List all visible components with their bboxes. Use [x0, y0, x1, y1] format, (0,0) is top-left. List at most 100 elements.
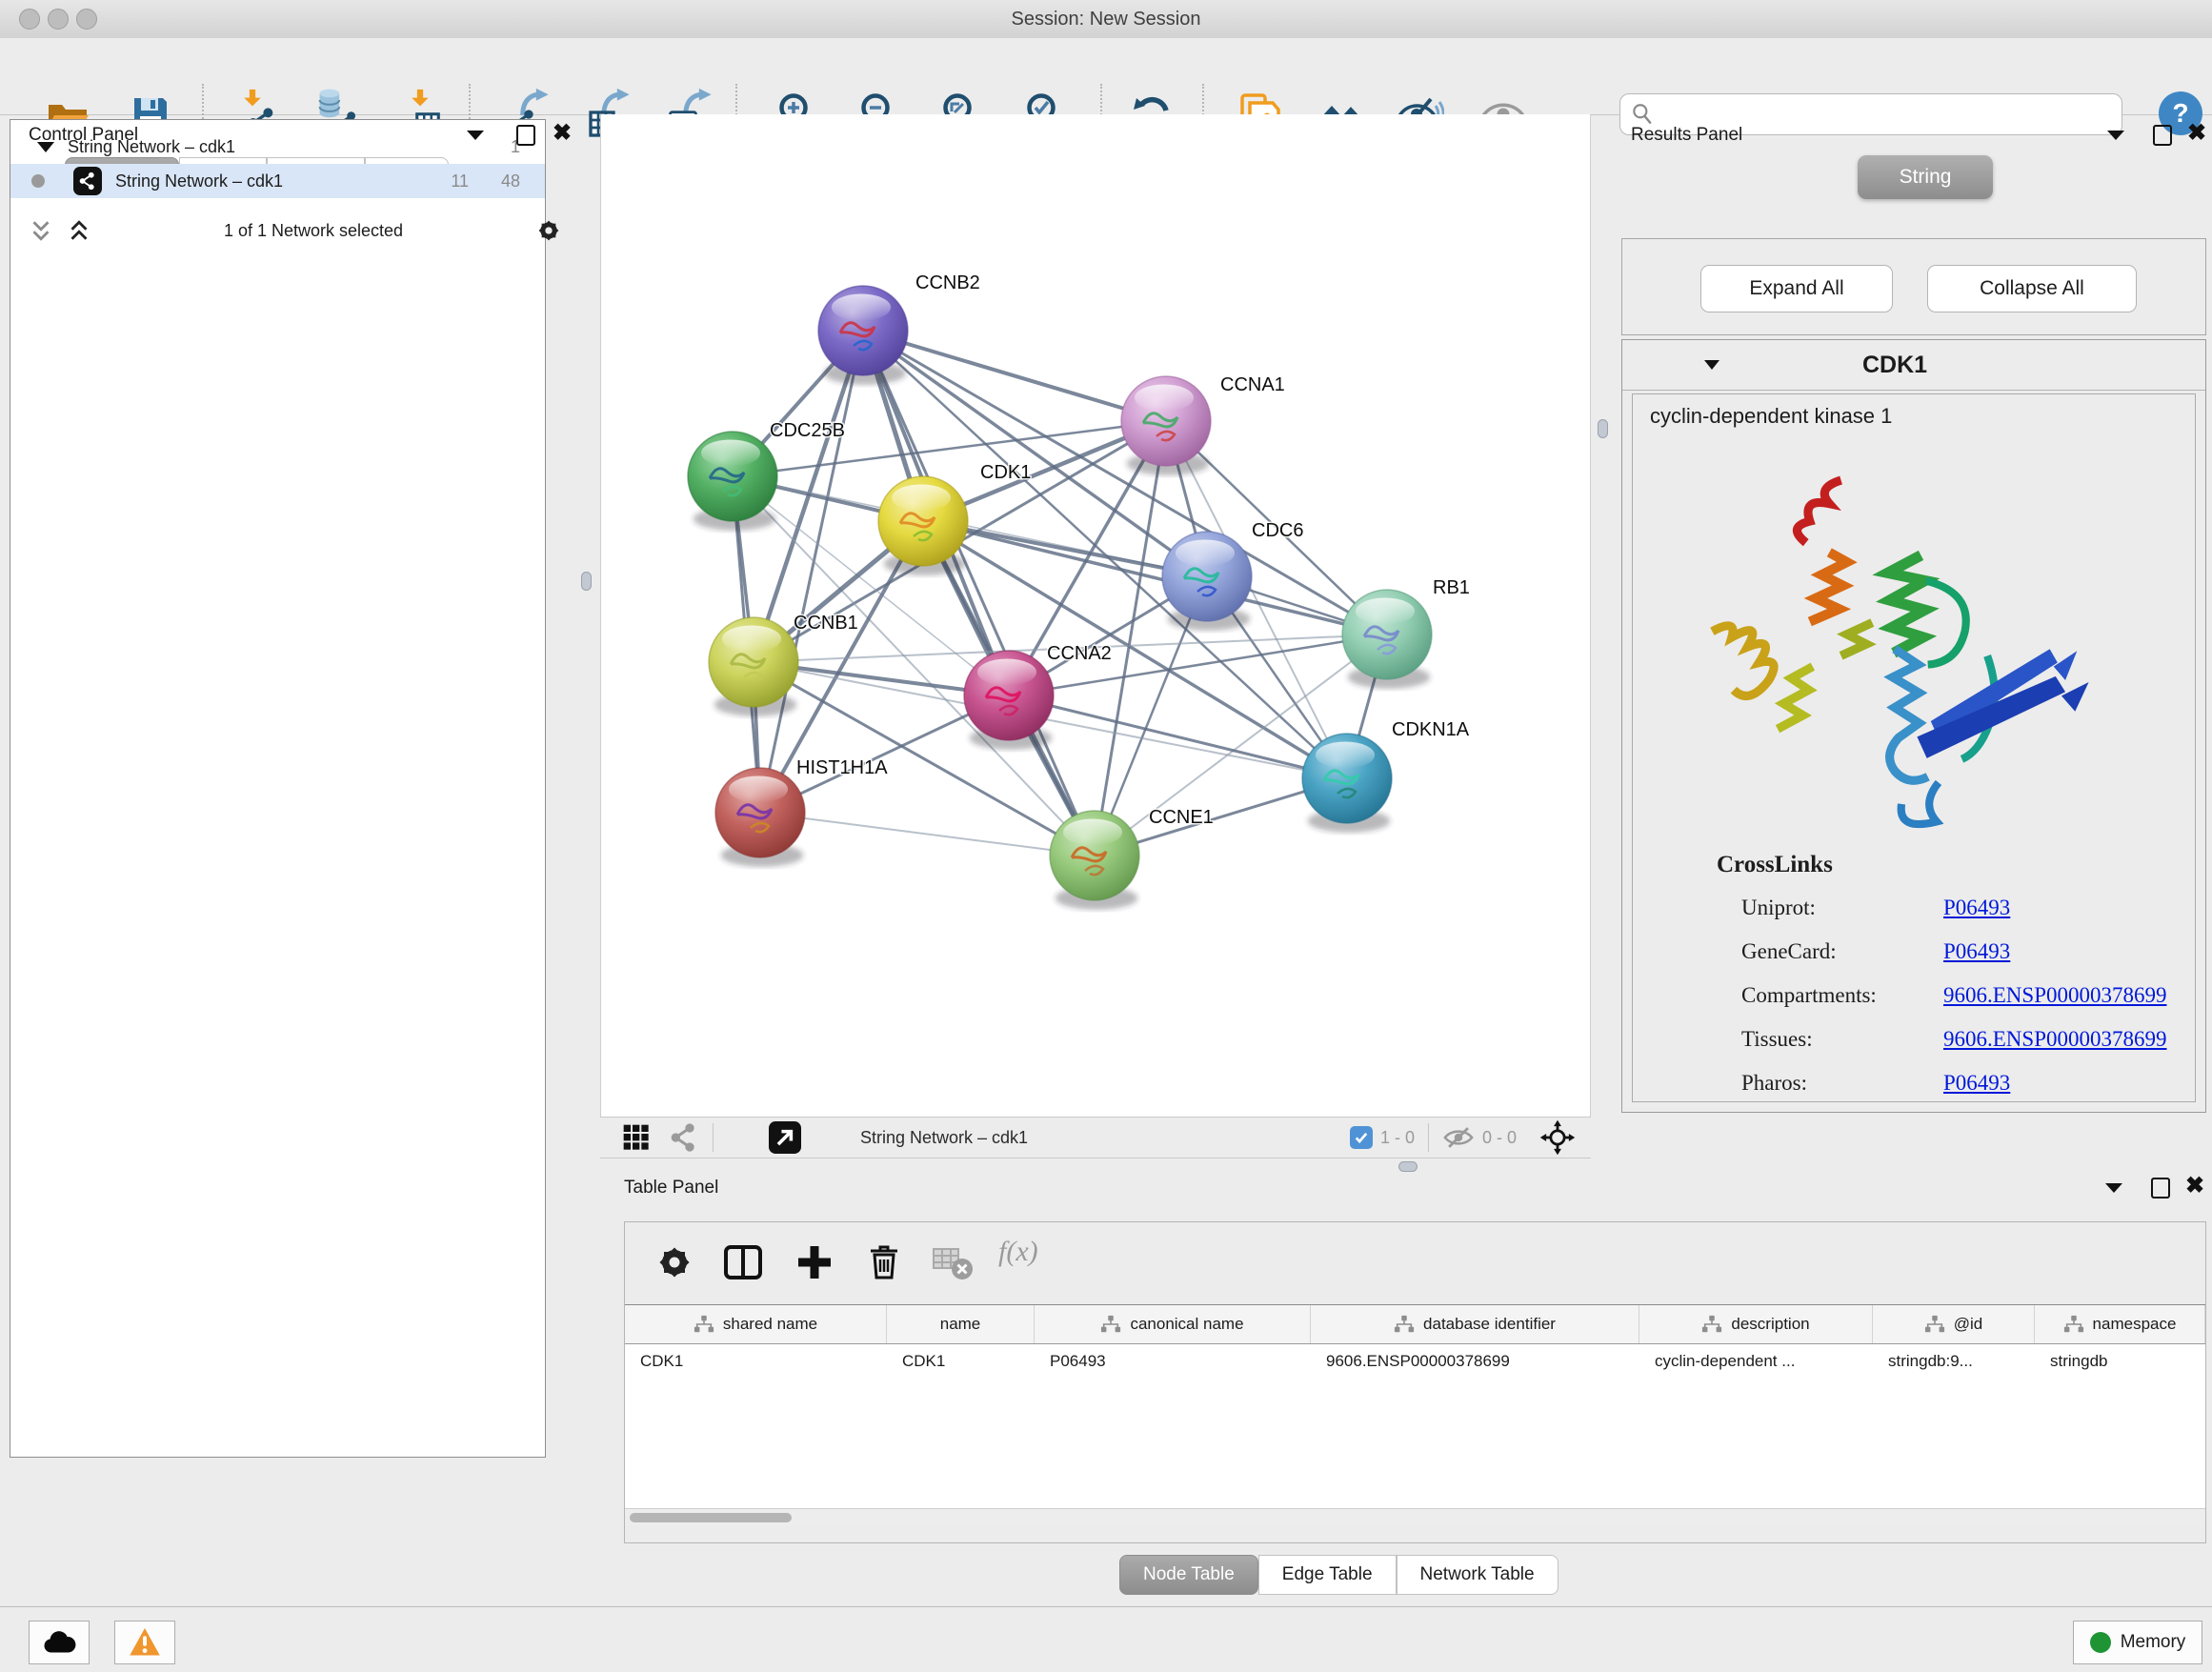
scrollbar-thumb[interactable]: [630, 1513, 792, 1522]
network-node-ccna1[interactable]: CCNA1: [1121, 374, 1285, 475]
horizontal-splitter-grip[interactable]: [1398, 1161, 1418, 1172]
expand-all-button[interactable]: Expand All: [1700, 265, 1893, 312]
hierarchy-icon: [1701, 1314, 1722, 1335]
node-label: CCNA1: [1220, 374, 1285, 395]
tab-network-table[interactable]: Network Table: [1397, 1555, 1558, 1595]
node-label: CCNE1: [1149, 807, 1214, 828]
panel-menu-icon[interactable]: [2105, 1183, 2130, 1204]
crosslink-link[interactable]: 9606.ENSP00000378699: [1943, 1027, 2167, 1052]
protein-details: cyclin-dependent kinase 1 CrossLinks Uni…: [1632, 393, 2196, 1102]
close-panel-icon[interactable]: ✖: [2185, 1178, 2210, 1199]
column-header-@id[interactable]: @id: [1873, 1305, 2035, 1343]
table-cell[interactable]: P06493: [1035, 1344, 1311, 1379]
close-panel-icon[interactable]: ✖: [2187, 125, 2212, 146]
table-cell[interactable]: stringdb: [2035, 1344, 2205, 1379]
network-options-gear-icon[interactable]: [533, 215, 564, 246]
crosslink-row: Uniprot:P06493: [1741, 886, 2195, 930]
crosshair-icon[interactable]: [1539, 1119, 1576, 1156]
collapse-all-button[interactable]: Collapse All: [1927, 265, 2137, 312]
tab-edge-table[interactable]: Edge Table: [1258, 1555, 1397, 1595]
cloud-button[interactable]: [29, 1621, 90, 1664]
node-label: RB1: [1433, 577, 1470, 598]
add-column-icon[interactable]: [792, 1239, 837, 1285]
network-node-hist1h1a[interactable]: HIST1H1A: [715, 757, 888, 867]
crosslink-link[interactable]: P06493: [1943, 1071, 2010, 1096]
column-header-shared-name[interactable]: shared name: [625, 1305, 887, 1343]
show-columns-icon[interactable]: [720, 1239, 766, 1285]
left-splitter-grip[interactable]: [581, 572, 592, 591]
crosslink-link[interactable]: 9606.ENSP00000378699: [1943, 983, 2167, 1008]
close-panel-icon[interactable]: ✖: [553, 125, 577, 146]
network-node-ccnb1[interactable]: CCNB1: [709, 613, 858, 716]
table-cell[interactable]: CDK1: [887, 1344, 1035, 1379]
table-cell[interactable]: 9606.ENSP00000378699: [1311, 1344, 1639, 1379]
node-label: CCNA2: [1047, 643, 1112, 664]
table-row[interactable]: CDK1CDK1P064939606.ENSP00000378699cyclin…: [625, 1344, 2205, 1379]
crosslink-row: Pharos:P06493: [1741, 1061, 2195, 1102]
birdseye-grid-icon[interactable]: [621, 1122, 652, 1153]
crosslink-row: Tissues:9606.ENSP00000378699: [1741, 1017, 2195, 1061]
protein-description: cyclin-dependent kinase 1: [1650, 404, 2195, 429]
network-node-ccne1[interactable]: CCNE1: [1050, 807, 1214, 910]
detach-view-icon[interactable]: [769, 1121, 801, 1154]
crosslink-label: Pharos:: [1741, 1071, 1943, 1096]
network-edge[interactable]: [760, 331, 863, 813]
float-panel-icon[interactable]: [2151, 1178, 2176, 1199]
statusbar-separator: [713, 1123, 714, 1152]
network-share-icon[interactable]: [669, 1122, 699, 1153]
memory-button[interactable]: Memory: [2073, 1621, 2202, 1664]
cloud-icon: [42, 1625, 76, 1660]
network-node-ccna2[interactable]: CCNA2: [964, 643, 1112, 750]
network-canvas[interactable]: CCNB2CCNA1CDC25BCDK1CDC6RB1CCNB1CCNA2CDK…: [600, 114, 1591, 1117]
panel-menu-icon[interactable]: [2107, 131, 2132, 151]
hierarchy-icon: [1924, 1314, 1945, 1335]
column-label: canonical name: [1130, 1315, 1243, 1334]
delete-table-icon: [930, 1239, 975, 1285]
table-horizontal-scrollbar[interactable]: [625, 1508, 2205, 1526]
network-row[interactable]: String Network – cdk1 11 48: [10, 164, 545, 198]
tab-string[interactable]: String: [1858, 155, 1993, 199]
crosslink-link[interactable]: P06493: [1943, 896, 2010, 920]
float-panel-icon[interactable]: [2153, 125, 2178, 146]
network-edge[interactable]: [1009, 695, 1347, 778]
column-label: description: [1731, 1315, 1809, 1334]
protein-header[interactable]: CDK1: [1622, 340, 2205, 391]
column-label: @id: [1954, 1315, 1983, 1334]
table-cell[interactable]: cyclin-dependent ...: [1639, 1344, 1873, 1379]
column-header-database-identifier[interactable]: database identifier: [1311, 1305, 1639, 1343]
zoom-traffic-light[interactable]: [76, 9, 97, 30]
column-header-name[interactable]: name: [887, 1305, 1035, 1343]
table-options-gear-icon[interactable]: [652, 1239, 697, 1285]
table-cell[interactable]: CDK1: [625, 1344, 887, 1379]
collection-expand-icon[interactable]: [37, 142, 54, 152]
network-edge[interactable]: [863, 331, 1166, 421]
network-edge[interactable]: [760, 813, 1095, 856]
memory-label: Memory: [2121, 1632, 2186, 1653]
network-node-ccnb2[interactable]: CCNB2: [818, 272, 980, 385]
table-panel-title: Table Panel: [624, 1178, 718, 1199]
network-node-cdkn1a[interactable]: CDKN1A: [1302, 719, 1470, 833]
selected-checkbox-icon[interactable]: [1350, 1126, 1373, 1149]
column-header-canonical-name[interactable]: canonical name: [1035, 1305, 1311, 1343]
table-tabs: Node TableEdge TableNetwork Table: [1119, 1555, 1558, 1595]
network-node-rb1[interactable]: RB1: [1342, 577, 1470, 689]
expand-all-networks-icon[interactable]: [65, 216, 93, 245]
network-node-cdk1[interactable]: CDK1: [878, 462, 1031, 575]
delete-column-icon[interactable]: [861, 1239, 907, 1285]
selected-counts: 1 - 0: [1380, 1128, 1415, 1148]
tab-node-table[interactable]: Node Table: [1119, 1555, 1258, 1595]
node-label: HIST1H1A: [796, 757, 888, 778]
collapse-all-networks-icon[interactable]: [27, 216, 55, 245]
network-graph[interactable]: CCNB2CCNA1CDC25BCDK1CDC6RB1CCNB1CCNA2CDK…: [601, 114, 1590, 1117]
network-edge[interactable]: [863, 331, 1095, 856]
table-cell[interactable]: stringdb:9...: [1873, 1344, 2035, 1379]
warnings-button[interactable]: [114, 1621, 175, 1664]
column-header-namespace[interactable]: namespace: [2035, 1305, 2205, 1343]
crosslink-link[interactable]: P06493: [1943, 939, 2010, 964]
minimize-traffic-light[interactable]: [48, 9, 69, 30]
column-header-description[interactable]: description: [1639, 1305, 1873, 1343]
protein-collapse-icon[interactable]: [1704, 360, 1719, 370]
network-collection-row[interactable]: String Network – cdk1 1: [10, 130, 545, 164]
close-traffic-light[interactable]: [19, 9, 40, 30]
warning-icon: [128, 1625, 162, 1660]
